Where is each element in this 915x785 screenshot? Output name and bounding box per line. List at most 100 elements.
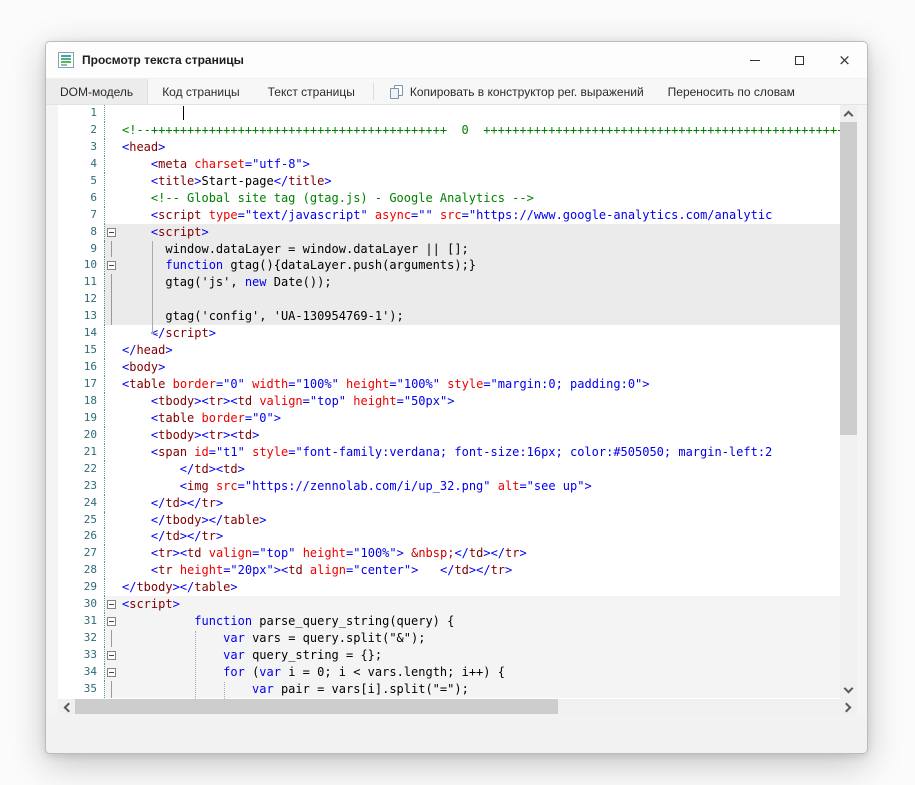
fold-margin	[104, 325, 118, 342]
code-line-text: var query_string = {};	[118, 647, 840, 664]
code-line: 22 </td><td>	[58, 461, 840, 478]
code-line-text: function gtag(){dataLayer.push(arguments…	[118, 257, 840, 274]
code-line-text: for (var i = 0; i < vars.length; i++) {	[118, 664, 840, 681]
code-line: 13 gtag('config', 'UA-130954769-1');	[58, 308, 840, 325]
copy-button-label: Копировать в конструктор рег. выражений	[410, 85, 644, 99]
code-line: 34 for (var i = 0; i < vars.length; i++)…	[58, 664, 840, 681]
copy-icon	[390, 85, 404, 99]
code-text-region[interactable]: 12<!--++++++++++++++++++++++++++++++++++…	[58, 105, 840, 699]
line-number: 16	[58, 359, 104, 376]
code-line: 31 function parse_query_string(query) {	[58, 613, 840, 630]
code-line: 27 <tr><td valign="top" height="100%"> &…	[58, 545, 840, 562]
code-line-text: <tbody><tr><td>	[118, 427, 840, 444]
line-number: 33	[58, 647, 104, 664]
code-line: 35 var pair = vars[i].split("=");	[58, 681, 840, 698]
word-wrap-button[interactable]: Переносить по словам	[656, 79, 807, 104]
fold-margin	[104, 190, 118, 207]
fold-margin	[104, 105, 118, 122]
code-line-text	[118, 105, 840, 122]
code-line-text: <table border="0">	[118, 410, 840, 427]
code-line: 32 var vars = query.split("&");	[58, 630, 840, 647]
vertical-scrollbar[interactable]	[840, 105, 857, 699]
fold-margin	[104, 630, 118, 647]
fold-toggle-icon[interactable]	[104, 596, 118, 613]
fold-margin	[104, 342, 118, 359]
code-line: 14 </script>	[58, 325, 840, 342]
fold-margin	[104, 562, 118, 579]
fold-toggle-icon[interactable]	[104, 664, 118, 681]
line-number: 28	[58, 562, 104, 579]
code-editor[interactable]: 12<!--++++++++++++++++++++++++++++++++++…	[58, 105, 857, 716]
window-footer	[46, 714, 867, 753]
minimize-button[interactable]	[732, 42, 777, 78]
line-number: 6	[58, 190, 104, 207]
fold-margin	[104, 308, 118, 325]
code-line: 9 window.dataLayer = window.dataLayer ||…	[58, 241, 840, 258]
line-number: 19	[58, 410, 104, 427]
code-line-text: </head>	[118, 342, 840, 359]
code-line-text: </td></tr>	[118, 528, 840, 545]
line-number: 23	[58, 478, 104, 495]
word-wrap-label: Переносить по словам	[668, 85, 795, 99]
line-number: 35	[58, 681, 104, 698]
fold-margin	[104, 528, 118, 545]
tab-dom-модель[interactable]: DOM-модель	[46, 79, 148, 104]
fold-margin	[104, 512, 118, 529]
code-line-text: <!-- Global site tag (gtag.js) - Google …	[118, 190, 840, 207]
code-line: 16<body>	[58, 359, 840, 376]
scroll-up-button[interactable]	[840, 105, 857, 122]
fold-margin	[104, 291, 118, 308]
line-number: 18	[58, 393, 104, 410]
code-line: 6 <!-- Global site tag (gtag.js) - Googl…	[58, 190, 840, 207]
toolbar-separator	[373, 83, 374, 100]
fold-toggle-icon[interactable]	[104, 257, 118, 274]
fold-toggle-icon[interactable]	[104, 647, 118, 664]
code-line: 10 function gtag(){dataLayer.push(argume…	[58, 257, 840, 274]
line-number: 2	[58, 122, 104, 139]
line-number: 3	[58, 139, 104, 156]
maximize-button[interactable]	[777, 42, 822, 78]
fold-margin	[104, 156, 118, 173]
code-line: 23 <img src="https://zennolab.com/i/up_3…	[58, 478, 840, 495]
fold-margin	[104, 545, 118, 562]
code-line-text: function parse_query_string(query) {	[118, 613, 840, 630]
tab-bar: DOM-модельКод страницыТекст страницы	[46, 79, 369, 104]
fold-toggle-icon[interactable]	[104, 613, 118, 630]
close-button[interactable]: ×	[822, 42, 867, 78]
code-line-text: <table border="0" width="100%" height="1…	[118, 376, 840, 393]
fold-toggle-icon[interactable]	[104, 224, 118, 241]
fold-margin	[104, 376, 118, 393]
chevron-up-icon	[844, 111, 854, 121]
tab-код-страницы[interactable]: Код страницы	[148, 79, 253, 104]
code-line-text	[118, 291, 840, 308]
line-number: 5	[58, 173, 104, 190]
fold-margin	[104, 478, 118, 495]
code-line-text: var pair = vars[i].split("=");	[118, 681, 840, 698]
line-number: 21	[58, 444, 104, 461]
code-line-text: <tr><td valign="top" height="100%"> &nbs…	[118, 545, 840, 562]
code-line: 17<table border="0" width="100%" height=…	[58, 376, 840, 393]
fold-margin	[104, 410, 118, 427]
code-line: 26 </td></tr>	[58, 528, 840, 545]
line-number: 9	[58, 241, 104, 258]
title-bar: Просмотр текста страницы ×	[46, 42, 867, 79]
code-line-text: window.dataLayer = window.dataLayer || […	[118, 241, 840, 258]
line-number: 4	[58, 156, 104, 173]
tab-текст-страницы[interactable]: Текст страницы	[254, 79, 369, 104]
line-number: 32	[58, 630, 104, 647]
code-line: 12	[58, 291, 840, 308]
document-icon	[58, 52, 74, 68]
copy-to-regex-constructor-button[interactable]: Копировать в конструктор рег. выражений	[378, 79, 656, 104]
code-line: 4 <meta charset="utf-8">	[58, 156, 840, 173]
code-line-text: gtag('config', 'UA-130954769-1');	[118, 308, 840, 325]
code-line-text: </tbody></table>	[118, 512, 840, 529]
code-line: 24 </td></tr>	[58, 495, 840, 512]
minimize-icon	[750, 60, 760, 61]
vertical-scrollbar-thumb[interactable]	[840, 122, 857, 435]
scroll-down-button[interactable]	[840, 682, 857, 699]
code-line-text: <head>	[118, 139, 840, 156]
line-number: 13	[58, 308, 104, 325]
code-line: 15</head>	[58, 342, 840, 359]
code-line-text: <script type="text/javascript" async="" …	[118, 207, 840, 224]
code-line: 21 <span id="t1" style="font-family:verd…	[58, 444, 840, 461]
